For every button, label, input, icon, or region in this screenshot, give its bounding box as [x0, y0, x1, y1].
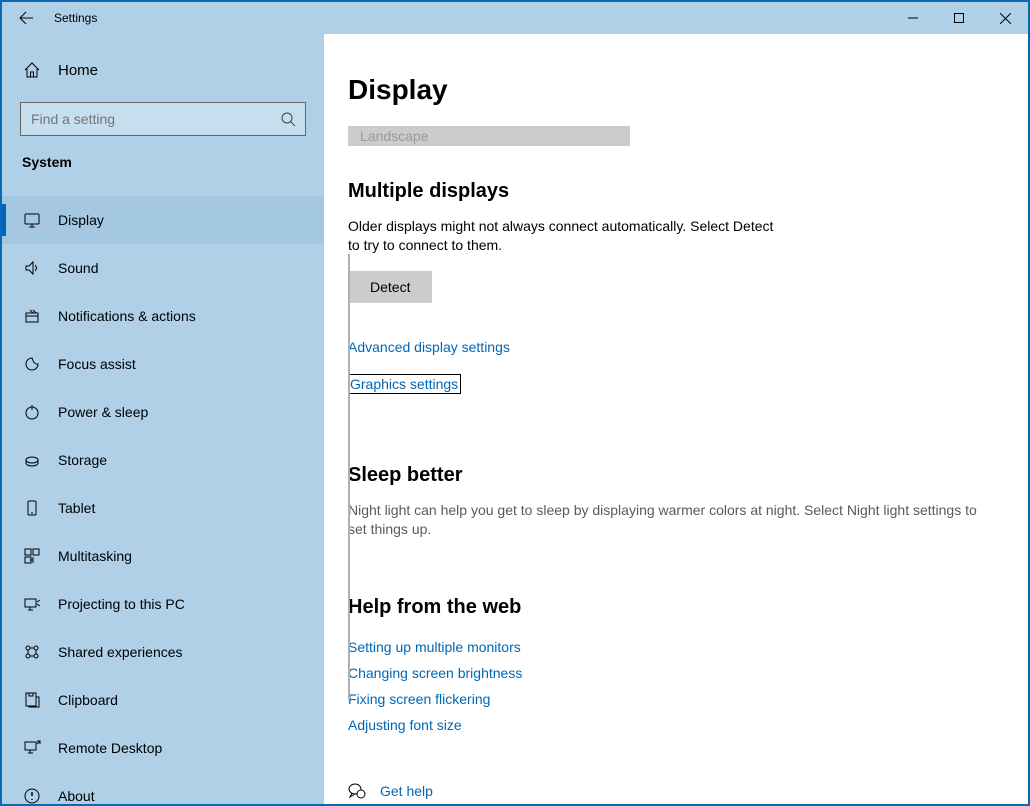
detect-button[interactable]: Detect [348, 271, 432, 303]
sidebar-item-sound[interactable]: Sound [2, 244, 324, 292]
nav-icon [22, 307, 42, 325]
home-label: Home [58, 62, 98, 79]
close-icon [1000, 13, 1011, 24]
maximize-button[interactable] [936, 2, 982, 34]
help-link[interactable]: Fixing screen flickering [348, 691, 1004, 707]
search-input[interactable] [21, 111, 271, 127]
sidebar: Home System Display Sound Notifications & … [2, 34, 324, 804]
sidebar-item-focus-assist[interactable]: Focus assist [2, 340, 324, 388]
sidebar-item-power-sleep[interactable]: Power & sleep [2, 388, 324, 436]
maximize-icon [954, 13, 964, 23]
home-icon [22, 61, 42, 79]
sidebar-item-shared-experiences[interactable]: Shared experiences [2, 628, 324, 676]
nav-icon [22, 499, 42, 517]
nav-label: Shared experiences [58, 644, 183, 660]
nav-icon [22, 259, 42, 277]
sidebar-item-storage[interactable]: Storage [2, 436, 324, 484]
window-title: Settings [50, 11, 890, 25]
content-pane: Display Landscape Multiple displays Olde… [324, 34, 1028, 804]
nav-label: About [58, 788, 95, 804]
close-button[interactable] [982, 2, 1028, 34]
nav-label: Multitasking [58, 548, 132, 564]
nav-icon [22, 211, 42, 229]
minimize-icon [908, 13, 918, 23]
category-label: System [2, 154, 324, 170]
nav-icon [22, 451, 42, 469]
nav-icon [22, 739, 42, 757]
graphics-settings-link[interactable]: Graphics settings [348, 375, 460, 393]
scroll-area[interactable]: Landscape Multiple displays Older displa… [348, 126, 1004, 804]
sidebar-item-clipboard[interactable]: Clipboard [2, 676, 324, 724]
sidebar-item-multitasking[interactable]: Multitasking [2, 532, 324, 580]
arrow-left-icon [18, 10, 34, 26]
orientation-dropdown[interactable]: Landscape [348, 126, 630, 146]
sleep-better-desc: Night light can help you get to sleep by… [348, 501, 988, 540]
sidebar-item-display[interactable]: Display [2, 196, 324, 244]
get-help-row[interactable]: Get help [348, 777, 1004, 804]
settings-window: Settings Home System [0, 0, 1030, 806]
help-link[interactable]: Adjusting font size [348, 717, 1004, 733]
sidebar-item-about[interactable]: About [2, 772, 324, 806]
minimize-button[interactable] [890, 2, 936, 34]
search-box[interactable] [20, 102, 306, 136]
nav-icon [22, 355, 42, 373]
nav-label: Storage [58, 452, 107, 468]
nav-label: Remote Desktop [58, 740, 162, 756]
nav-icon [22, 691, 42, 709]
nav-label: Clipboard [58, 692, 118, 708]
advanced-display-link[interactable]: Advanced display settings [348, 339, 510, 355]
nav-icon [22, 595, 42, 613]
help-from-web-heading: Help from the web [348, 596, 1004, 619]
nav-label: Projecting to this PC [58, 596, 185, 612]
nav-label: Tablet [58, 500, 95, 516]
nav-label: Display [58, 212, 104, 228]
back-button[interactable] [2, 2, 50, 34]
sidebar-item-remote-desktop[interactable]: Remote Desktop [2, 724, 324, 772]
nav-label: Power & sleep [58, 404, 148, 420]
home-button[interactable]: Home [2, 50, 324, 90]
titlebar: Settings [2, 2, 1028, 34]
sidebar-item-tablet[interactable]: Tablet [2, 484, 324, 532]
sidebar-item-projecting-to-this-pc[interactable]: Projecting to this PC [2, 580, 324, 628]
multiple-displays-desc: Older displays might not always connect … [348, 217, 788, 255]
multiple-displays-heading: Multiple displays [348, 180, 1004, 203]
nav-icon [22, 643, 42, 661]
nav-icon [22, 547, 42, 565]
nav-icon [22, 403, 42, 421]
sleep-better-heading: Sleep better [348, 464, 1004, 487]
search-icon [271, 111, 305, 127]
nav-label: Focus assist [58, 356, 136, 372]
nav-label: Sound [58, 260, 98, 276]
scrollbar-thumb[interactable] [348, 254, 350, 700]
sidebar-item-notifications-actions[interactable]: Notifications & actions [2, 292, 324, 340]
page-title: Display [324, 34, 1028, 106]
nav-icon [22, 787, 42, 805]
chat-icon [348, 782, 366, 800]
help-link[interactable]: Setting up multiple monitors [348, 639, 1004, 655]
get-help-link[interactable]: Get help [380, 783, 433, 799]
help-links: Setting up multiple monitors Changing scr… [348, 639, 1004, 733]
help-link[interactable]: Changing screen brightness [348, 665, 1004, 681]
nav-label: Notifications & actions [58, 308, 196, 324]
nav-list: Display Sound Notifications & actions Focus… [2, 196, 324, 806]
